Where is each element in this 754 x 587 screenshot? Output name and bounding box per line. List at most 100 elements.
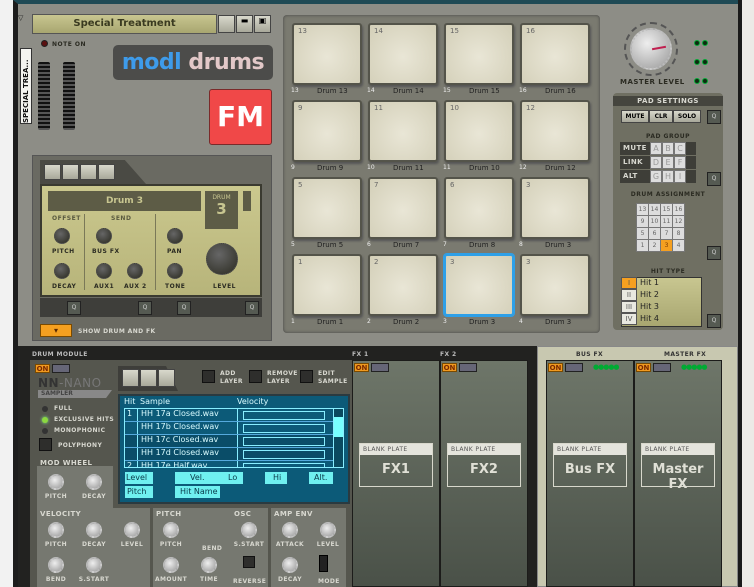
drum-pad[interactable]: 12 [520, 100, 590, 162]
tone-knob[interactable] [167, 263, 183, 279]
fx-on-button[interactable]: ON [354, 363, 369, 372]
module-browse-folder-icon[interactable] [140, 369, 157, 387]
hit-type-button[interactable]: II [621, 289, 637, 301]
drum-assignment-cell[interactable]: 15 [660, 203, 673, 216]
velocity-decay-knob[interactable] [86, 522, 102, 538]
drum-sample-waveform-icon[interactable] [98, 164, 115, 180]
vel-hi-field[interactable] [287, 472, 309, 484]
mode-led-monophonic[interactable] [42, 428, 48, 434]
q-button[interactable]: Q [707, 110, 721, 124]
amp-attack-knob[interactable] [282, 522, 298, 538]
fx-menu-dropdown[interactable] [653, 363, 671, 372]
reverse-button[interactable] [243, 556, 255, 568]
drum-save-icon[interactable] [80, 164, 97, 180]
drum-assignment-cell[interactable]: 9 [636, 215, 649, 228]
drum-assignment-cell[interactable]: 14 [648, 203, 661, 216]
pitch-field[interactable] [153, 486, 175, 498]
module-patch-up-down-button[interactable] [122, 369, 139, 387]
fx-menu-dropdown[interactable] [371, 363, 389, 372]
fold-triangle-icon[interactable]: ▽ [18, 14, 23, 22]
pitch-pitch-knob[interactable] [163, 522, 179, 538]
pad-solo-button[interactable]: SOLO [673, 110, 701, 123]
pitch-amount-knob[interactable] [163, 557, 179, 573]
module-on-button[interactable]: ON [35, 364, 50, 373]
show-drum-fx-toggle[interactable]: ▾ [40, 324, 72, 337]
drum-assignment-cell[interactable]: 13 [636, 203, 649, 216]
drum-pad[interactable]: 3 [520, 254, 590, 316]
vel-lo-field[interactable] [243, 472, 265, 484]
pad-group-row-label[interactable]: LINK [620, 156, 650, 169]
drum-name-display[interactable]: Drum 3 [48, 191, 201, 211]
aux1-send-knob[interactable] [96, 263, 112, 279]
drum-pad[interactable]: 2 [368, 254, 438, 316]
bus-fx-send-knob[interactable] [96, 228, 112, 244]
pad-group-key[interactable]: F [674, 156, 686, 169]
alt-field[interactable] [333, 472, 343, 484]
fx-on-button[interactable]: ON [636, 363, 651, 372]
drum-pad[interactable]: 16 [520, 23, 590, 85]
velocity-range-bar[interactable] [243, 411, 325, 420]
q-button[interactable]: Q [177, 301, 191, 315]
sample-name[interactable]: HH 17e Half.wav [138, 461, 238, 467]
hit-type-button[interactable]: III [621, 301, 637, 313]
velocity-pitch-knob[interactable] [48, 522, 64, 538]
mod-wheel[interactable] [63, 62, 75, 130]
pad-group-key[interactable]: C [674, 142, 686, 155]
hit-type-name[interactable]: Hit 2 [637, 289, 659, 301]
remove-layer-button[interactable] [249, 370, 262, 383]
drum-pad[interactable]: 10 [444, 100, 514, 162]
hit-type-button[interactable]: IV [621, 313, 637, 325]
pad-mute-button[interactable]: MUTE [621, 110, 649, 123]
hit-type-name[interactable]: Hit 4 [637, 313, 659, 325]
drum-assignment-cell[interactable]: 5 [636, 227, 649, 240]
aux2-send-knob[interactable] [127, 263, 143, 279]
pad-group-key[interactable]: I [674, 170, 686, 183]
sample-name[interactable]: HH 17c Closed.wav [138, 435, 238, 447]
pan-knob[interactable] [167, 228, 183, 244]
velocity-sample-start-knob[interactable] [86, 557, 102, 573]
pad-group-row-label[interactable]: ALT [620, 170, 650, 183]
preset-save-icon[interactable]: ▣ [254, 15, 271, 33]
q-button[interactable]: Q [245, 301, 259, 315]
pad-group-key[interactable]: H [662, 170, 674, 183]
polyphony-button[interactable] [39, 438, 52, 451]
hit-type-name[interactable]: Hit 3 [637, 301, 659, 313]
sample-name[interactable]: HH 17a Closed.wav [138, 409, 238, 421]
drum-pad[interactable]: 14 [368, 23, 438, 85]
pad-clear-button[interactable]: CLR [649, 110, 673, 123]
hit-name-field[interactable] [220, 486, 343, 498]
drum-level-knob[interactable] [206, 243, 238, 275]
velocity-bend-knob[interactable] [48, 557, 64, 573]
sample-name[interactable]: HH 17d Closed.wav [138, 448, 238, 460]
pitch-wheel[interactable] [38, 62, 50, 130]
drum-assignment-cell[interactable]: 12 [672, 215, 685, 228]
q-button[interactable]: Q [138, 301, 152, 315]
q-button[interactable]: Q [67, 301, 81, 315]
scrollbar-thumb[interactable] [334, 417, 343, 437]
drum-pad[interactable]: 13 [292, 23, 362, 85]
offset-decay-knob[interactable] [54, 263, 70, 279]
drum-pad[interactable]: 5 [292, 177, 362, 239]
fx-on-button[interactable]: ON [442, 363, 457, 372]
drum-assignment-cell[interactable]: 3 [660, 239, 673, 252]
pitch-time-knob[interactable] [201, 557, 217, 573]
module-menu-dropdown[interactable] [52, 364, 70, 373]
drum-browse-folder-icon[interactable] [62, 164, 79, 180]
master-level-knob[interactable] [630, 28, 672, 70]
q-button[interactable]: Q [707, 172, 721, 186]
level-field[interactable] [153, 472, 175, 484]
pad-group-key[interactable]: G [650, 170, 662, 183]
offset-pitch-knob[interactable] [54, 228, 70, 244]
drum-pad[interactable]: 9 [292, 100, 362, 162]
mod-wheel-pitch-knob[interactable] [48, 474, 64, 490]
q-button[interactable]: Q [707, 246, 721, 260]
sample-list-scrollbar[interactable] [333, 409, 343, 467]
fx-menu-dropdown[interactable] [565, 363, 583, 372]
drum-pad[interactable]: 3 [444, 254, 514, 316]
drum-assignment-cell[interactable]: 4 [672, 239, 685, 252]
drum-pad[interactable]: 7 [368, 177, 438, 239]
drum-assignment-cell[interactable]: 1 [636, 239, 649, 252]
drum-assignment-cell[interactable]: 10 [648, 215, 661, 228]
velocity-range-bar[interactable] [243, 437, 325, 446]
pad-group-key[interactable]: B [662, 142, 674, 155]
